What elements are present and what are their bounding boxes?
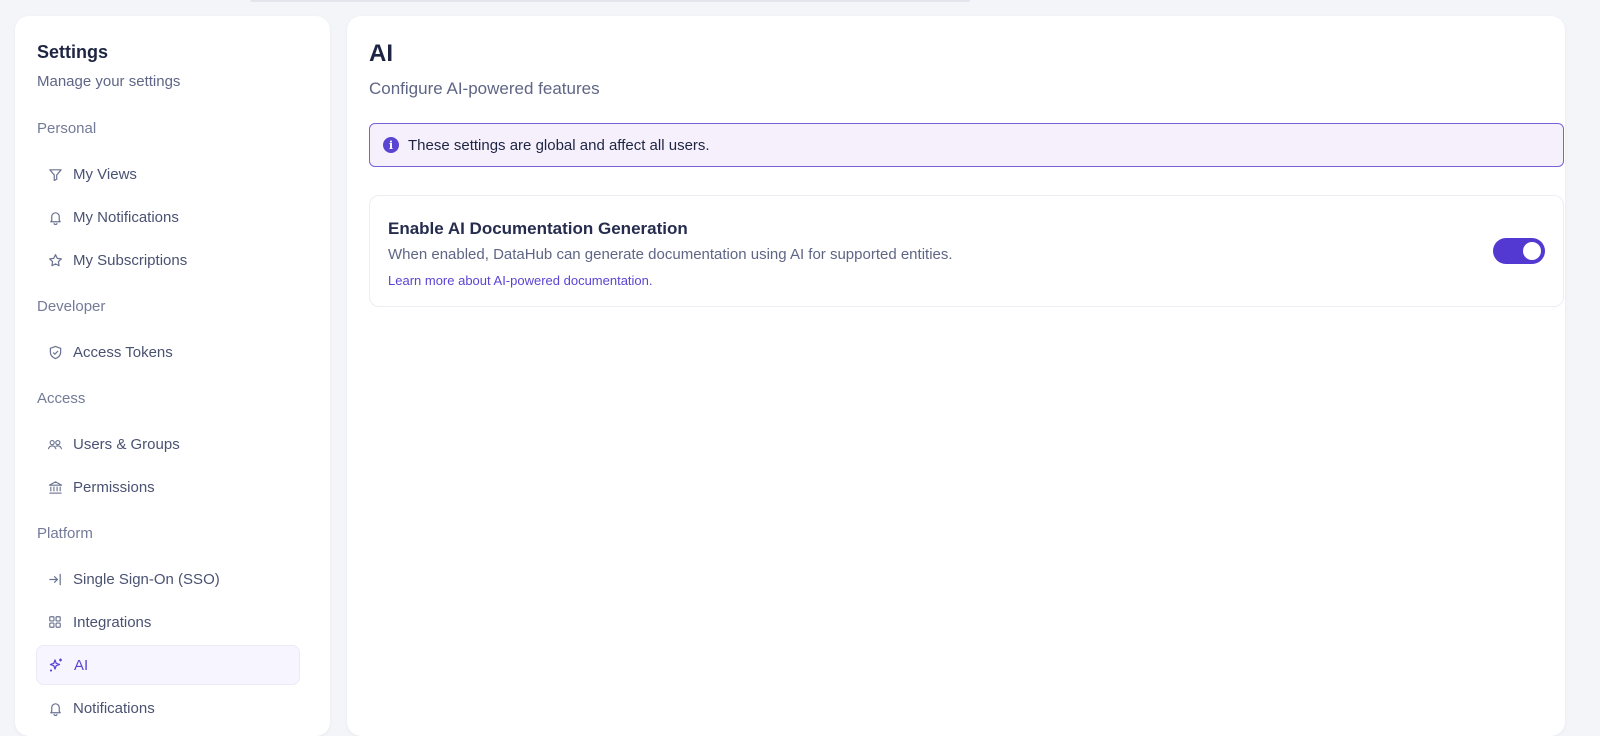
sidebar-title: Settings [37, 42, 109, 62]
sidebar-item-label: Single Sign-On (SSO) [73, 570, 220, 588]
ai-documentation-toggle[interactable] [1493, 238, 1545, 264]
toggle-knob [1523, 242, 1541, 260]
sidebar-item-label: My Subscriptions [73, 251, 188, 269]
sidebar-item-my-notifications[interactable]: My Notifications [36, 197, 300, 237]
settings-sidebar: Settings Manage your settings Personal M… [15, 16, 330, 736]
sidebar-item-my-subscriptions[interactable]: My Subscriptions [36, 240, 300, 280]
bell-icon [47, 209, 63, 225]
users-icon [47, 436, 63, 452]
settings-content: AI Configure AI-powered features i These… [347, 16, 1565, 736]
grid-icon [47, 614, 63, 630]
sidebar-item-label: Notifications [73, 699, 155, 717]
sidebar-item-label: My Views [73, 165, 137, 183]
learn-more-link[interactable]: Learn more about AI-powered documentatio… [388, 273, 653, 288]
section-access: Access [37, 390, 86, 407]
sidebar-item-integrations[interactable]: Integrations [36, 602, 300, 642]
bank-icon [47, 479, 63, 495]
sidebar-item-my-views[interactable]: My Views [36, 154, 300, 194]
sidebar-item-label: Access Tokens [73, 343, 173, 361]
info-icon: i [383, 137, 399, 153]
sparkle-icon [48, 657, 64, 673]
sidebar-item-notifications[interactable]: Notifications [36, 688, 300, 728]
sidebar-item-label: My Notifications [73, 208, 179, 226]
banner-text: These settings are global and affect all… [408, 136, 710, 154]
page-title: AI [369, 40, 393, 67]
shield-check-icon [47, 344, 63, 360]
section-personal: Personal [37, 120, 97, 137]
ai-documentation-setting-card: Enable AI Documentation Generation When … [369, 195, 1564, 307]
section-developer: Developer [37, 298, 106, 315]
sidebar-item-label: Integrations [73, 613, 152, 631]
sidebar-item-label: Permissions [73, 478, 155, 496]
setting-title: Enable AI Documentation Generation [388, 219, 688, 238]
sidebar-item-permissions[interactable]: Permissions [36, 467, 300, 507]
sidebar-subtitle: Manage your settings [37, 73, 181, 90]
sidebar-item-users-groups[interactable]: Users & Groups [36, 424, 300, 464]
global-settings-banner: i These settings are global and affect a… [369, 123, 1564, 167]
star-icon [47, 252, 63, 268]
page-subtitle: Configure AI-powered features [369, 79, 600, 98]
section-platform: Platform [37, 525, 93, 542]
sidebar-item-label: Users & Groups [73, 435, 180, 453]
sidebar-item-sso[interactable]: Single Sign-On (SSO) [36, 559, 300, 599]
sign-in-icon [47, 571, 63, 587]
sidebar-item-access-tokens[interactable]: Access Tokens [36, 332, 300, 372]
bell-icon [47, 700, 63, 716]
sidebar-item-ai[interactable]: AI [36, 645, 300, 685]
top-scroll-indicator [250, 0, 970, 2]
filter-icon [47, 166, 63, 182]
setting-description: When enabled, DataHub can generate docum… [388, 246, 953, 263]
sidebar-item-label: AI [74, 656, 89, 674]
